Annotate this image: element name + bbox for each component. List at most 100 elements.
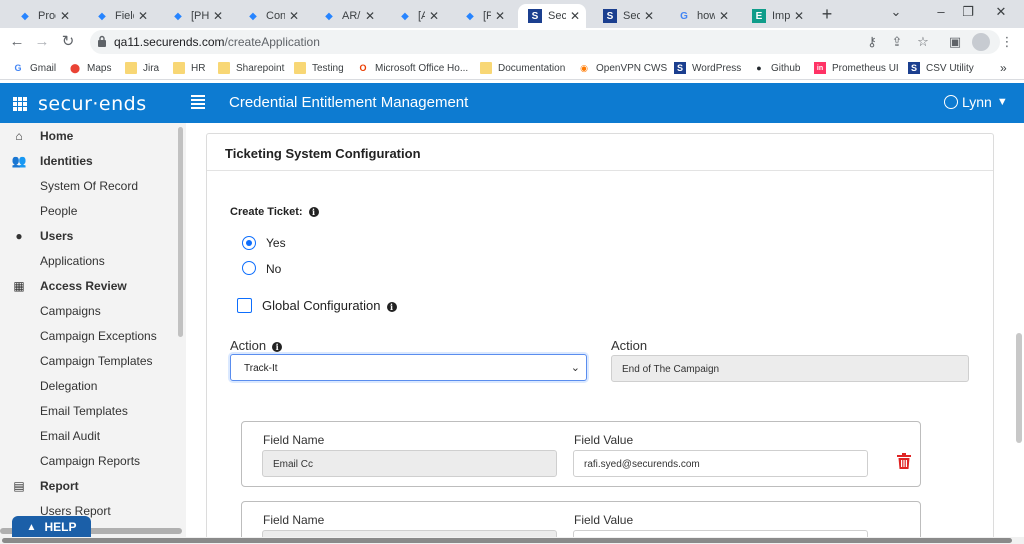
jira-icon: ◆ xyxy=(325,10,333,22)
tab-close-icon[interactable]: ✕ xyxy=(719,9,729,23)
horizontal-scrollbar[interactable] xyxy=(0,537,1024,544)
bookmark-item[interactable]: Documentation xyxy=(480,61,565,75)
tab-close-icon[interactable]: ✕ xyxy=(138,9,148,23)
bookmark-item[interactable]: ◉ OpenVPN CWS xyxy=(578,61,667,75)
help-button[interactable]: ▲ HELP xyxy=(12,516,91,538)
url-text[interactable]: qa11.securends.com/createApplication xyxy=(114,35,320,49)
apps-grid-icon[interactable] xyxy=(13,97,27,111)
bookmark-item[interactable]: S WordPress xyxy=(674,61,741,75)
browser-tab[interactable]: ◆ [PHE ✕ xyxy=(453,4,511,28)
sidebar-item-system-of-record[interactable]: System Of Record xyxy=(0,174,178,198)
field-value-label: Field Value xyxy=(574,433,634,447)
sidebar-item-home[interactable]: ⌂ Home xyxy=(0,124,178,148)
tab-close-icon[interactable]: ✕ xyxy=(429,9,439,23)
tab-close-icon[interactable]: ✕ xyxy=(213,9,223,23)
tab-close-icon[interactable]: ✕ xyxy=(794,9,804,23)
bookmark-item[interactable]: S CSV Utility xyxy=(908,61,974,75)
tab-close-icon[interactable]: ✕ xyxy=(495,9,505,23)
minimize-icon[interactable]: – xyxy=(931,4,951,22)
securends-icon: S xyxy=(674,62,686,74)
bookmarks-more-icon[interactable]: » xyxy=(1000,61,1007,75)
tab-close-icon[interactable]: ✕ xyxy=(644,9,654,23)
field-value-input[interactable]: rafi.syed@securends.com xyxy=(573,450,868,477)
horizontal-scrollbar-thumb[interactable] xyxy=(2,538,1012,543)
sidebar-item-applications[interactable]: Applications xyxy=(0,249,178,273)
invision-icon: in xyxy=(814,62,826,74)
bookmark-item[interactable]: HR xyxy=(173,61,205,75)
browser-tab[interactable]: ◆ [PHE ✕ xyxy=(161,4,229,28)
openvpn-icon: ◉ xyxy=(580,62,588,73)
securends-icon: S xyxy=(528,9,542,23)
browser-tab[interactable]: ◆ Field ✕ xyxy=(85,4,154,28)
sidebar-item-campaign-exceptions[interactable]: Campaign Exceptions xyxy=(0,324,178,348)
sidebar-item-people[interactable]: People xyxy=(0,199,178,223)
sidebar-item-users[interactable]: ● Users xyxy=(0,224,178,248)
sidebar-item-identities[interactable]: 👥 Identities xyxy=(0,149,178,173)
sidebar-item-email-audit[interactable]: Email Audit xyxy=(0,424,178,448)
bookmark-item[interactable]: O Microsoft Office Ho... xyxy=(357,61,468,75)
securends-logo[interactable]: secur·ends xyxy=(38,93,147,115)
profile-avatar[interactable] xyxy=(972,33,990,51)
sidebar-item-access-review[interactable]: ▦ Access Review xyxy=(0,274,178,298)
browser-tab[interactable]: ◆ [All C ✕ xyxy=(388,4,445,28)
bookmark-item[interactable]: Testing xyxy=(294,61,344,75)
trash-icon[interactable] xyxy=(897,453,911,469)
folder-icon xyxy=(173,62,185,74)
sidebar-item-email-templates[interactable]: Email Templates xyxy=(0,399,178,423)
sidebar-item-label: Applications xyxy=(40,254,105,268)
browser-tab[interactable]: ◆ Conn ✕ xyxy=(236,4,305,28)
tab-search-icon[interactable]: ⌄ xyxy=(886,4,906,22)
bookmark-item[interactable]: in Prometheus UI xyxy=(814,61,899,75)
folder-icon xyxy=(125,62,137,74)
share-icon[interactable]: ⇪ xyxy=(888,33,906,51)
user-menu[interactable]: Lynn ▼ xyxy=(944,94,1008,110)
home-icon: ⌂ xyxy=(15,129,23,143)
sidebar-item-campaigns[interactable]: Campaigns xyxy=(0,299,178,323)
bookmark-item[interactable]: ⬤ Maps xyxy=(69,61,112,75)
browser-tab[interactable]: ◆ Prod ✕ xyxy=(8,4,76,28)
sidebar-scrollbar[interactable] xyxy=(178,127,183,337)
tab-close-icon[interactable]: ✕ xyxy=(365,9,375,23)
global-configuration-label: Global Configuration i xyxy=(262,298,397,313)
tab-title: [PHE xyxy=(191,10,209,22)
tab-close-icon[interactable]: ✕ xyxy=(60,9,70,23)
browser-tab[interactable]: E Imple ✕ xyxy=(742,4,810,28)
tab-close-icon[interactable]: ✕ xyxy=(570,9,580,23)
bookmark-item[interactable]: G Gmail xyxy=(12,61,56,75)
github-icon: ● xyxy=(756,63,762,73)
bookmark-item[interactable]: Jira xyxy=(125,61,159,75)
side-panel-icon[interactable]: ▣ xyxy=(946,33,964,51)
browser-tab[interactable]: S Secu ✕ xyxy=(518,4,586,28)
browser-tab[interactable]: S Secu ✕ xyxy=(593,4,660,28)
global-configuration-checkbox[interactable] xyxy=(237,298,252,313)
restore-icon[interactable]: ❐ xyxy=(958,4,978,22)
info-icon[interactable]: i xyxy=(386,302,397,312)
radio-no[interactable] xyxy=(242,261,256,275)
action-select[interactable]: Track-It ⌄ xyxy=(230,354,587,381)
browser-menu-icon[interactable]: ⋮ xyxy=(998,33,1016,51)
vertical-scrollbar-thumb[interactable] xyxy=(1016,333,1022,443)
back-icon[interactable]: ← xyxy=(7,32,27,52)
bookmark-item[interactable]: ● Github xyxy=(753,61,800,75)
browser-tab[interactable]: Ghow ✕ xyxy=(667,4,735,28)
info-icon[interactable]: i xyxy=(272,342,283,352)
radio-yes[interactable] xyxy=(242,236,256,250)
info-icon[interactable]: i xyxy=(308,207,319,217)
forward-icon[interactable]: → xyxy=(32,32,52,52)
menu-toggle-icon[interactable] xyxy=(191,95,205,111)
sidebar-item-campaign-reports[interactable]: Campaign Reports xyxy=(0,449,178,473)
reload-icon[interactable]: ↻ xyxy=(58,32,78,52)
new-tab-button[interactable]: + xyxy=(818,4,836,24)
bookmark-star-icon[interactable]: ☆ xyxy=(914,33,932,51)
tab-close-icon[interactable]: ✕ xyxy=(289,9,299,23)
bookmark-item[interactable]: Sharepoint xyxy=(218,61,284,75)
sidebar-item-campaign-templates[interactable]: Campaign Templates xyxy=(0,349,178,373)
key-icon[interactable]: ⚷ xyxy=(863,33,881,51)
sidebar-item-delegation[interactable]: Delegation xyxy=(0,374,178,398)
jira-icon: ◆ xyxy=(174,10,182,22)
bookmark-label: Documentation xyxy=(498,62,566,74)
maps-icon: ⬤ xyxy=(69,62,81,73)
close-window-icon[interactable]: ✕ xyxy=(991,4,1011,22)
sidebar-item-report[interactable]: ▤ Report xyxy=(0,474,178,498)
browser-tab[interactable]: ◆ AR/I ✕ xyxy=(312,4,381,28)
